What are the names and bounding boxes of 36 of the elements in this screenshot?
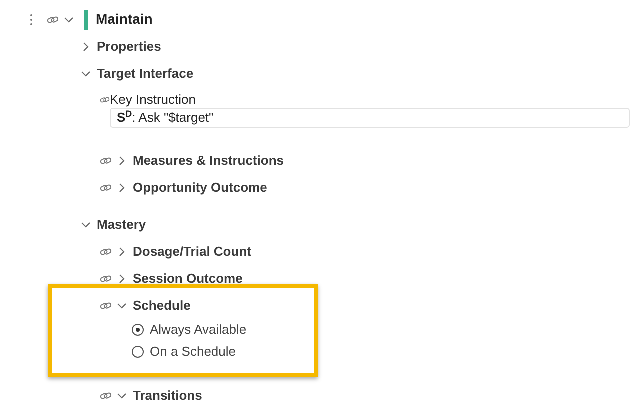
link-icon[interactable] xyxy=(100,184,112,192)
chevron-down-icon[interactable] xyxy=(117,390,127,400)
chevron-down-icon[interactable] xyxy=(81,220,91,230)
radio-label: On a Schedule xyxy=(150,343,236,362)
radio-button[interactable] xyxy=(132,346,144,358)
section-heading[interactable]: Opportunity Outcome xyxy=(133,178,268,198)
instruction-field[interactable]: S$^{D}$: Ask "$target" xyxy=(110,108,630,128)
radio-button[interactable] xyxy=(132,324,144,336)
drag-handle-icon[interactable] xyxy=(30,14,33,26)
link-icon[interactable] xyxy=(100,274,112,282)
chevron-right-icon[interactable] xyxy=(81,42,91,52)
chevron-right-icon[interactable] xyxy=(117,274,127,284)
section-heading[interactable]: Measures & Instructions xyxy=(133,150,284,170)
link-icon[interactable] xyxy=(100,156,112,164)
chevron-right-icon[interactable] xyxy=(117,156,127,166)
chevron-right-icon[interactable] xyxy=(117,246,127,256)
section-heading[interactable]: Properties xyxy=(97,36,162,56)
chevron-right-icon[interactable] xyxy=(117,182,127,192)
section-heading[interactable]: Session Outcome xyxy=(133,268,243,288)
link-icon[interactable] xyxy=(47,16,59,24)
field-label: Key Instruction xyxy=(110,92,196,108)
link-icon[interactable] xyxy=(100,248,112,256)
section-title[interactable]: Maintain xyxy=(96,9,153,30)
section-heading[interactable]: Schedule xyxy=(133,296,191,316)
chevron-down-icon[interactable] xyxy=(81,68,91,78)
link-icon[interactable] xyxy=(100,302,112,310)
accent-bar xyxy=(84,10,88,30)
section-heading[interactable]: Target Interface xyxy=(97,64,194,84)
section-heading[interactable]: Dosage/Trial Count xyxy=(133,242,252,262)
link-icon[interactable] xyxy=(100,96,110,104)
section-heading[interactable]: Mastery xyxy=(97,214,146,234)
section-heading[interactable]: Transitions xyxy=(133,386,202,406)
chevron-down-icon[interactable] xyxy=(117,300,127,310)
radio-label: Always Available xyxy=(150,321,247,340)
chevron-down-icon[interactable] xyxy=(64,14,74,24)
link-icon[interactable] xyxy=(100,392,112,400)
